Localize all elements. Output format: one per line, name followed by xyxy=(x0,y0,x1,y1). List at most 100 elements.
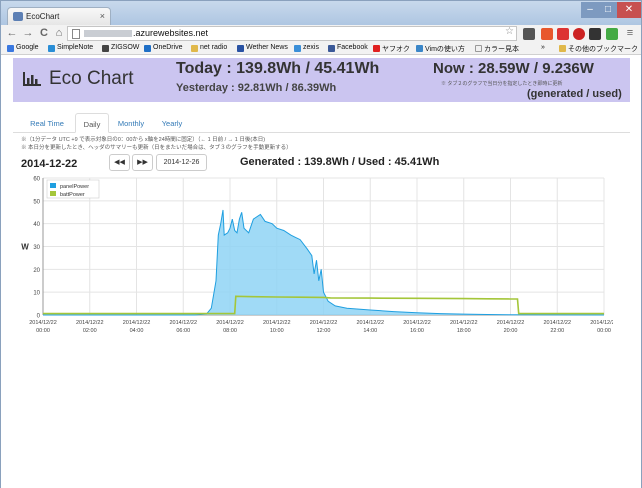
tab-yearly[interactable]: Yearly xyxy=(153,113,191,133)
tab-daily[interactable]: Daily xyxy=(75,113,109,133)
legend-label: battPower xyxy=(60,192,85,198)
bookmark-vim[interactable]: Vimの使い方 xyxy=(416,44,465,54)
y-tick-label: 30 xyxy=(33,245,40,251)
period-tabs: Real Time Daily Monthly Yearly xyxy=(13,113,630,133)
bookmark-icon xyxy=(48,45,55,52)
x-tick-label: 2014/12/22 xyxy=(76,320,104,326)
date-picker-button[interactable]: 2014-12-26 xyxy=(156,154,207,171)
bookmark-color-sample[interactable]: カラー見本 xyxy=(475,44,519,54)
x-tick-label: 00:00 xyxy=(597,328,611,334)
legend-swatch xyxy=(50,183,56,188)
bookmark-icon xyxy=(237,45,244,52)
bookmark-zigsow[interactable]: ZIGSOW xyxy=(102,44,139,52)
now-note: ※ タブ２のグラフで当日分を指定したとき即時に更新 xyxy=(441,81,563,87)
x-tick-label: 2014/12/22 xyxy=(356,320,384,326)
forward-icon[interactable]: → xyxy=(21,26,35,40)
facebook-icon xyxy=(328,45,335,52)
y-tick-label: 40 xyxy=(33,222,40,228)
extension-icon[interactable] xyxy=(606,28,618,40)
next-day-button[interactable]: ▶▶ xyxy=(132,154,153,171)
generated-used-label: (generated / used) xyxy=(527,88,622,100)
browser-tab[interactable]: EcoChart × xyxy=(7,7,111,25)
now-summary: Now : 28.59W / 9.236W xyxy=(433,60,594,77)
maximize-button[interactable]: □ xyxy=(599,2,617,18)
bookmarks-bar: Google SimpleNote ZIGSOW OneDrive net ra… xyxy=(1,43,641,55)
summary-header: Eco Chart Today : 139.8Wh / 45.41Wh Yest… xyxy=(13,58,630,102)
tab-close-icon[interactable]: × xyxy=(100,11,105,21)
y-tick-label: 20 xyxy=(33,268,40,274)
legend-label: panelPower xyxy=(60,184,89,190)
x-tick-label: 2014/12/22 xyxy=(450,320,478,326)
x-tick-label: 18:00 xyxy=(457,328,471,334)
bookmark-star-icon[interactable]: ☆ xyxy=(505,26,514,37)
x-tick-label: 2014/12/22 xyxy=(497,320,525,326)
legend-swatch xyxy=(50,191,56,196)
address-bar[interactable]: .azurewebsites.net xyxy=(67,26,517,41)
bookmark-onedrive[interactable]: OneDrive xyxy=(144,44,183,52)
tab-monthly[interactable]: Monthly xyxy=(111,113,151,133)
x-tick-label: 2014/12/22 xyxy=(310,320,338,326)
current-date: 2014-12-22 xyxy=(21,158,78,170)
reload-icon[interactable]: C xyxy=(37,26,51,40)
bookmark-zexis[interactable]: zexis xyxy=(294,44,319,52)
x-tick-label: 20:00 xyxy=(504,328,518,334)
close-window-button[interactable]: ✕ xyxy=(617,2,641,18)
bar-chart-icon xyxy=(23,72,41,86)
x-tick-label: 04:00 xyxy=(130,328,144,334)
tab-title: EcoChart xyxy=(26,12,60,21)
bookmark-other[interactable]: その他のブックマーク xyxy=(559,44,638,54)
x-tick-label: 00:00 xyxy=(36,328,50,334)
bookmark-facebook[interactable]: Facebook xyxy=(328,44,368,52)
extension-icon[interactable] xyxy=(557,28,569,40)
minimize-button[interactable]: – xyxy=(581,2,599,18)
bookmark-wether-news[interactable]: Wether News xyxy=(237,44,288,52)
y-tick-label: 50 xyxy=(33,199,40,205)
folder-icon xyxy=(559,45,566,52)
home-icon[interactable]: ⌂ xyxy=(52,26,66,40)
page-icon xyxy=(475,45,482,52)
note-line: ※ 本日分を更新したとき、ヘッダのサマリーも更新（日をまたいだ場合は、タブ３のグ… xyxy=(21,145,292,151)
y-tick-label: 0 xyxy=(37,314,41,320)
y-axis-label: W xyxy=(21,243,29,252)
x-tick-label: 2014/12/22 xyxy=(263,320,291,326)
x-tick-label: 10:00 xyxy=(270,328,284,334)
bookmark-google[interactable]: Google xyxy=(7,44,39,52)
x-tick-label: 12:00 xyxy=(317,328,331,334)
bookmark-icon xyxy=(7,45,14,52)
x-tick-label: 2014/12/23 xyxy=(590,320,613,326)
extension-icon[interactable] xyxy=(541,28,553,40)
extension-icon[interactable] xyxy=(523,28,535,40)
x-tick-label: 16:00 xyxy=(410,328,424,334)
today-summary: Today : 139.8Wh / 45.41Wh xyxy=(176,60,380,77)
bookmark-icon xyxy=(144,45,151,52)
bookmark-yahuoku[interactable]: ヤフオク xyxy=(373,44,410,54)
title-bar: EcoChart × – □ ✕ xyxy=(1,1,641,25)
x-tick-label: 2014/12/22 xyxy=(543,320,571,326)
prev-day-button[interactable]: ◀◀ xyxy=(109,154,130,171)
x-tick-label: 2014/12/22 xyxy=(169,320,197,326)
bookmark-icon xyxy=(416,45,423,52)
bookmark-net-radio[interactable]: net radio xyxy=(191,44,227,52)
page-content: Eco Chart Today : 139.8Wh / 45.41Wh Yest… xyxy=(1,56,641,488)
y-tick-label: 10 xyxy=(33,291,40,297)
extension-icon[interactable] xyxy=(573,28,585,40)
bookmark-simplenote[interactable]: SimpleNote xyxy=(48,44,93,52)
extension-icon[interactable] xyxy=(589,28,601,40)
bookmark-icon xyxy=(373,45,380,52)
x-tick-label: 08:00 xyxy=(223,328,237,334)
page-favicon-icon xyxy=(13,12,23,21)
yesterday-summary: Yesterday : 92.81Wh / 86.39Wh xyxy=(176,82,337,94)
y-tick-label: 60 xyxy=(33,177,40,183)
x-tick-label: 2014/12/22 xyxy=(403,320,431,326)
generated-used-summary: Generated : 139.8Wh / Used : 45.41Wh xyxy=(240,156,440,168)
bookmarks-overflow-button[interactable]: » xyxy=(541,44,545,51)
x-tick-label: 2014/12/22 xyxy=(216,320,244,326)
menu-icon[interactable]: ≡ xyxy=(623,26,637,40)
x-tick-label: 2014/12/22 xyxy=(29,320,57,326)
x-tick-label: 2014/12/22 xyxy=(123,320,151,326)
back-icon[interactable]: ← xyxy=(5,26,19,40)
navigation-bar: ← → C ⌂ .azurewebsites.net ☆ ≡ xyxy=(1,25,641,43)
app-title: Eco Chart xyxy=(49,68,134,89)
bookmark-icon xyxy=(102,45,109,52)
tab-real-time[interactable]: Real Time xyxy=(19,113,75,133)
